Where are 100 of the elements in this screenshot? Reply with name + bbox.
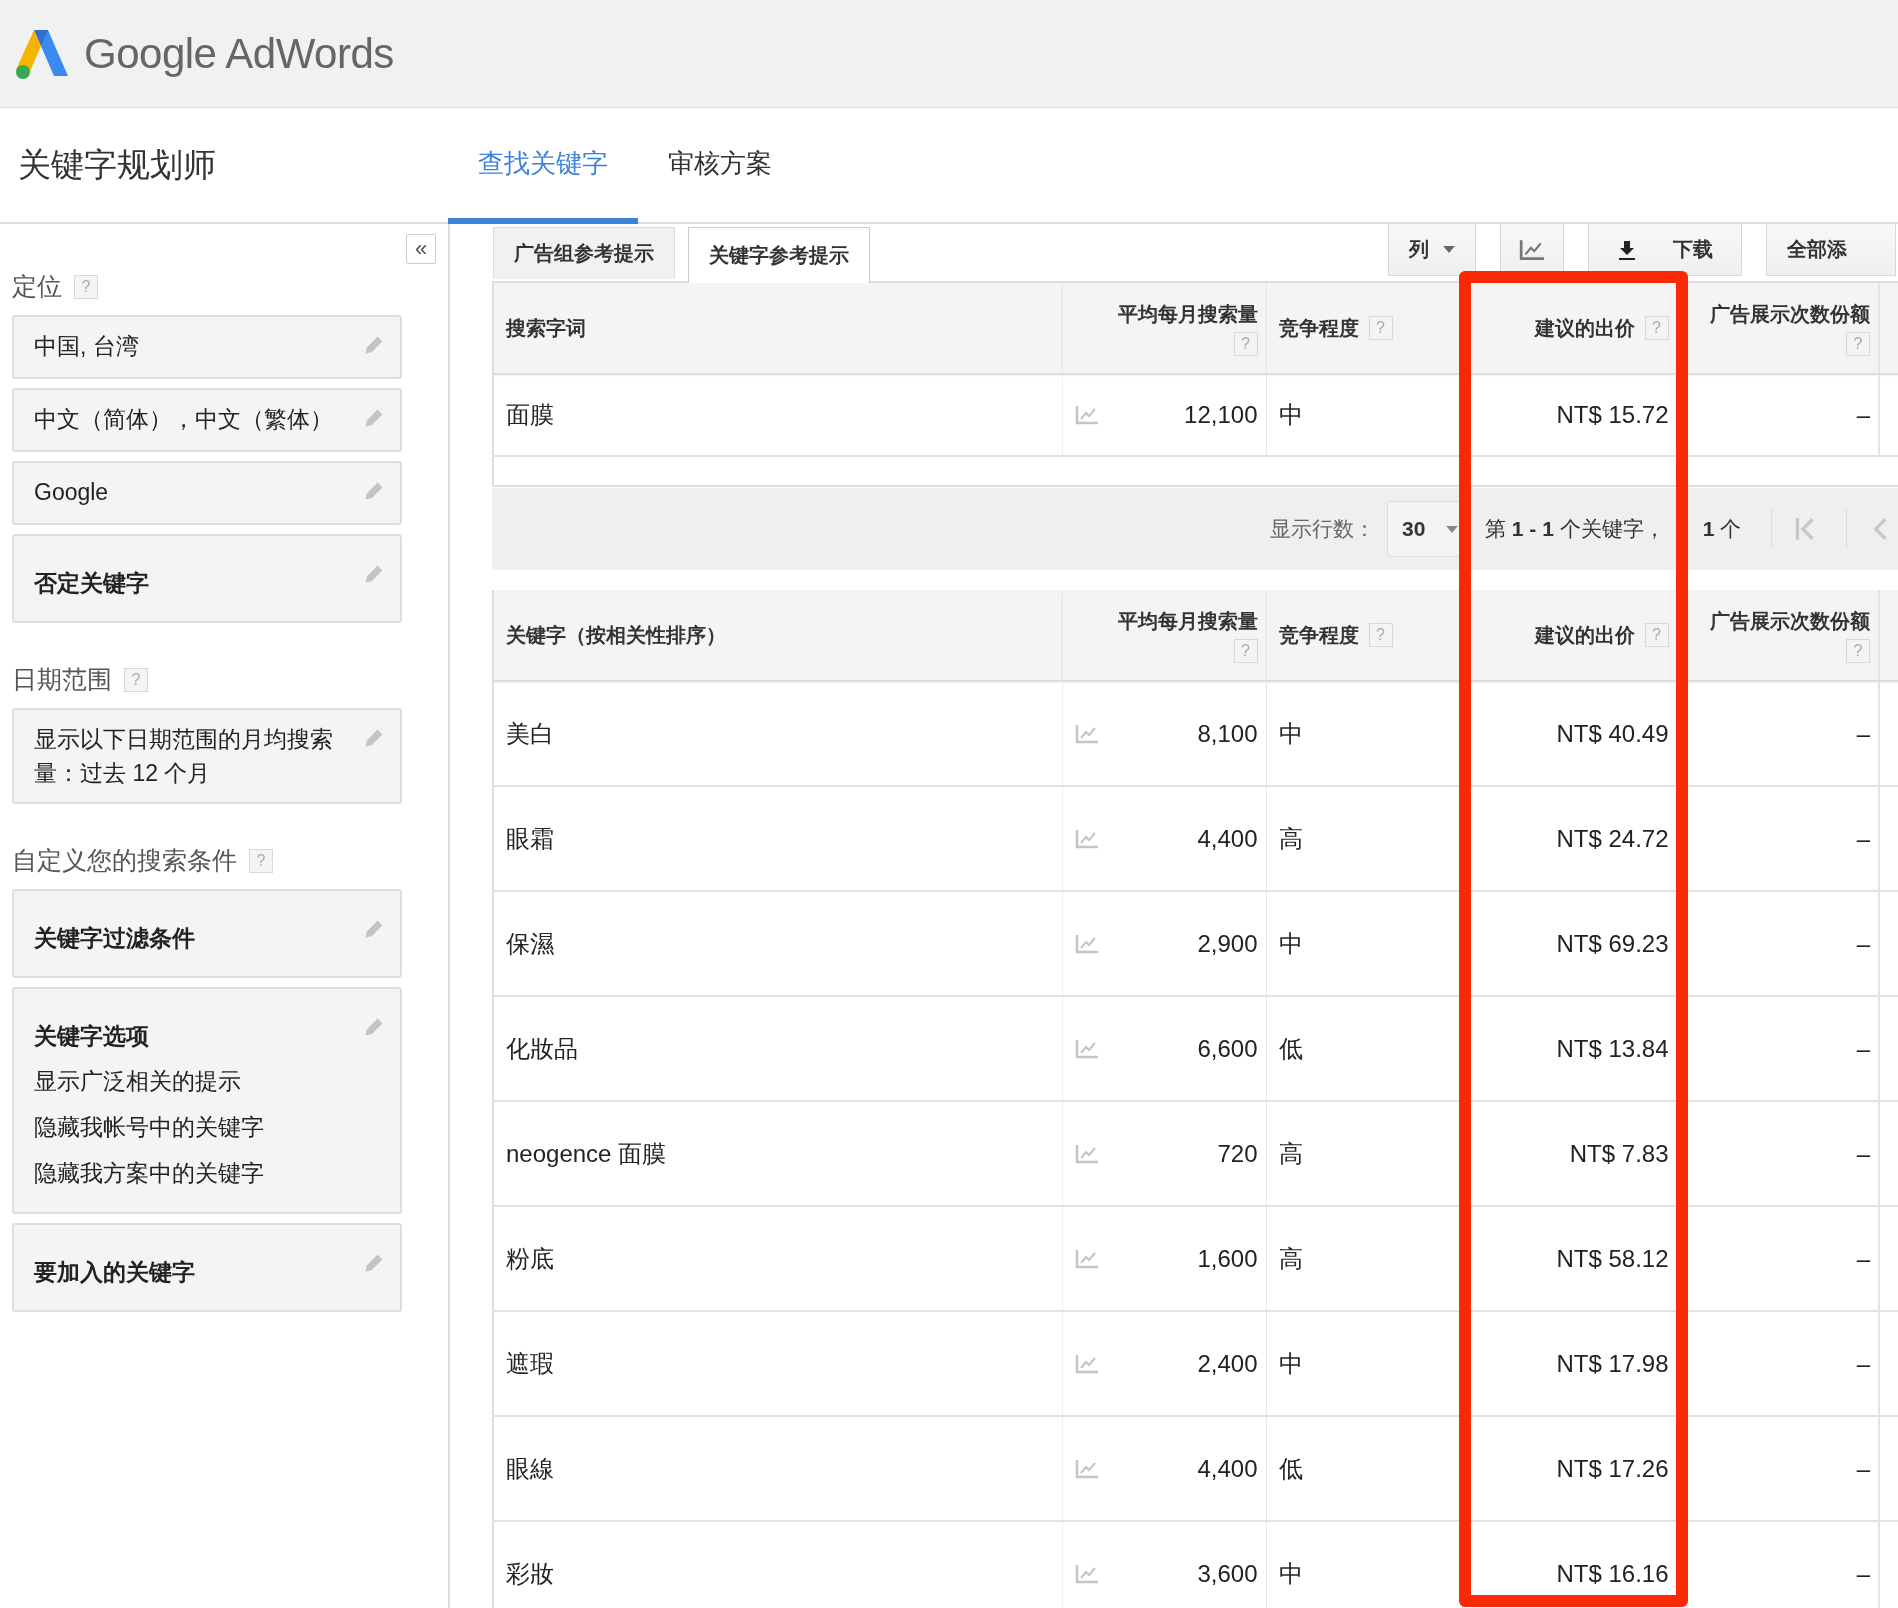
suggested-bid: NT$ 24.72 [1556, 824, 1669, 852]
competition-level: 中 [1278, 929, 1303, 957]
setting-card[interactable]: Google [12, 461, 402, 525]
search-volume: 720 [1217, 1139, 1258, 1168]
setting-card[interactable]: 关键字过滤条件 [12, 889, 402, 978]
card-text: 中国, 台湾 [34, 332, 140, 361]
product-name: Google AdWords [84, 29, 394, 78]
keyword-text: 眼線 [506, 1454, 554, 1482]
suggested-bid: NT$ 13.84 [1556, 1034, 1669, 1062]
card-title: 关键字选项 [34, 1022, 150, 1051]
competition-level: 高 [1278, 1139, 1303, 1167]
suggested-bid: NT$ 16.16 [1556, 1559, 1669, 1587]
trend-chart-icon[interactable] [1074, 828, 1099, 849]
collapse-button[interactable]: « [406, 234, 436, 264]
search-volume: 3,600 [1197, 1559, 1258, 1588]
trend-chart-icon[interactable] [1074, 1458, 1099, 1479]
competition-level: 高 [1278, 1244, 1303, 1272]
column-title: 建议的出价 [1534, 622, 1635, 648]
caret-icon [1443, 246, 1455, 253]
column-title: 竞争程度 [1278, 622, 1359, 648]
impression-share: – [1856, 1139, 1870, 1167]
trend-chart-icon[interactable] [1074, 723, 1099, 744]
impression-share: – [1856, 1454, 1870, 1482]
impression-share: – [1856, 1349, 1870, 1377]
keyword-text: 粉底 [506, 1244, 554, 1272]
tab[interactable]: 关键字参考提示 [688, 227, 870, 283]
column-title: 建议的出价 [1534, 315, 1635, 341]
download-button[interactable]: 下载 [1588, 224, 1742, 276]
card-title: 关键字过滤条件 [34, 924, 196, 953]
competition-level: 中 [1278, 401, 1303, 428]
suggested-bid: NT$ 40.49 [1556, 719, 1669, 747]
competition-level: 高 [1278, 824, 1303, 852]
suggested-bid: NT$ 15.72 [1556, 401, 1669, 428]
competition-level: 中 [1278, 719, 1303, 747]
card-text: 隐藏我方案中的关键字 [34, 1159, 265, 1188]
trend-chart-icon[interactable] [1074, 933, 1099, 954]
search-volume: 8,100 [1197, 719, 1258, 748]
keyword-text: 化妝品 [506, 1034, 578, 1062]
trend-chart-icon[interactable] [1074, 405, 1099, 425]
total-count: 1 个 [1702, 516, 1742, 542]
setting-card[interactable]: 显示以下日期范围的月均搜索量：过去 12 个月 [12, 708, 402, 804]
keyword-text: 彩妝 [506, 1559, 554, 1587]
keyword-text: 美白 [506, 719, 554, 747]
column-title: 广告展示次数份额 [1710, 608, 1870, 634]
search-volume: 4,400 [1197, 824, 1258, 853]
competition-level: 中 [1278, 1559, 1303, 1587]
trend-chart-icon[interactable] [1074, 1143, 1099, 1164]
add-all-button[interactable]: 全部添 [1766, 224, 1896, 276]
download-icon [1617, 238, 1637, 261]
impression-share: – [1856, 1034, 1870, 1062]
keyword-text: 保濕 [506, 929, 554, 957]
competition-level: 低 [1278, 1034, 1303, 1062]
setting-card[interactable]: 否定关键字 [12, 534, 402, 623]
search-volume: 12,100 [1184, 401, 1258, 429]
tab[interactable]: 广告组参考提示 [493, 227, 675, 279]
search-volume: 2,900 [1197, 929, 1258, 958]
trend-chart-icon[interactable] [1074, 1353, 1099, 1374]
card-title: 否定关键字 [34, 569, 150, 598]
page-title: 关键字规划师 [17, 144, 217, 185]
keyword-text: 面膜 [506, 401, 554, 428]
columns-button[interactable]: 列 [1388, 224, 1476, 276]
suggested-bid: NT$ 69.23 [1556, 929, 1669, 957]
search-volume: 1,600 [1197, 1244, 1258, 1273]
rows-label: 显示行数： [1270, 516, 1375, 542]
card-text: 显示以下日期范围的月均搜索量：过去 12 个月 [34, 725, 334, 788]
column-title: 平均每月搜索量 [1117, 301, 1258, 327]
trend-chart-icon[interactable] [1074, 1038, 1099, 1059]
setting-card[interactable]: 中文（简体），中文（繁体） [12, 388, 402, 452]
impression-share: – [1856, 401, 1870, 428]
card-text: 中文（简体），中文（繁体） [34, 405, 334, 434]
keyword-text: 眼霜 [506, 824, 554, 852]
keyword-text: neogence 面膜 [506, 1139, 667, 1167]
impression-share: – [1856, 719, 1870, 747]
competition-level: 中 [1278, 1349, 1303, 1377]
column-title: 竞争程度 [1278, 315, 1359, 341]
keyword-text: 遮瑕 [506, 1349, 554, 1377]
column-title: 平均每月搜索量 [1117, 608, 1258, 634]
impression-share: – [1856, 1559, 1870, 1587]
suggested-bid: NT$ 7.83 [1569, 1139, 1669, 1167]
impression-share: – [1856, 1244, 1870, 1272]
trend-chart-icon[interactable] [1074, 1563, 1099, 1584]
setting-card[interactable]: 要加入的关键字 [12, 1223, 402, 1312]
column-title: 广告展示次数份额 [1710, 301, 1870, 327]
impression-share: – [1856, 929, 1870, 957]
tab[interactable]: 审核方案 [638, 108, 802, 224]
page-range: 第 1 - 1 个关键字， [1485, 516, 1665, 542]
card-title: 要加入的关键字 [34, 1258, 196, 1287]
setting-card[interactable]: 关键字选项 显示广泛相关的提示 隐藏我帐号中的关键字 隐藏我方案中的关键字 [12, 987, 402, 1214]
trend-chart-icon[interactable] [1074, 1248, 1099, 1269]
card-text: 隐藏我帐号中的关键字 [34, 1113, 265, 1142]
column-title: 关键字（按相关性排序） [506, 623, 726, 646]
setting-card[interactable]: 中国, 台湾 [12, 315, 402, 379]
competition-level: 低 [1278, 1454, 1303, 1482]
section-title: 自定义您的搜索条件 [12, 845, 237, 876]
search-volume: 4,400 [1197, 1454, 1258, 1483]
first-page-icon[interactable] [1794, 516, 1817, 542]
card-text: Google [34, 478, 110, 507]
column-title: 搜索字词 [506, 316, 586, 339]
card-text: 显示广泛相关的提示 [34, 1067, 242, 1096]
impression-share: – [1856, 824, 1870, 852]
